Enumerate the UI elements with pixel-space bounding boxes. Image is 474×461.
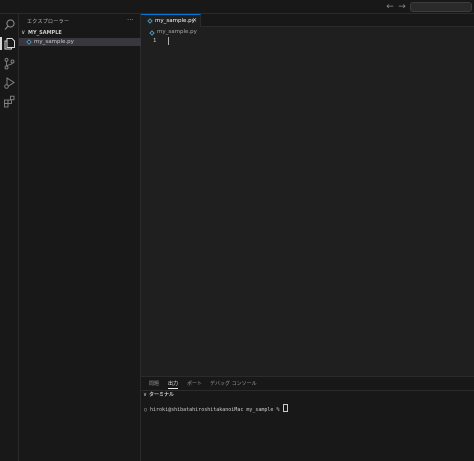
file-item[interactable]: my_sample.py — [19, 38, 141, 46]
python-file-icon — [147, 18, 153, 24]
terminal-prompt: ○ hiroki@shibatahiroshitakanoiMac my_sam… — [144, 407, 283, 413]
terminal-label: ターミナル — [149, 392, 175, 398]
terminal-header[interactable]: ∨ ターミナル — [141, 390, 474, 399]
more-actions-button[interactable]: ··· — [127, 16, 134, 24]
tab-problems[interactable]: 問題 — [149, 380, 159, 388]
sidebar-title: エクスプローラー — [27, 19, 70, 25]
source-control-icon[interactable] — [3, 57, 16, 70]
tab-label: my_sample.py — [155, 18, 195, 24]
editor-tab-bar: my_sample.py ✕ — [141, 14, 474, 27]
chevron-down-icon: ∨ — [143, 392, 148, 398]
text-cursor — [168, 37, 169, 45]
code-editor[interactable]: 1 — [141, 37, 474, 376]
title-bar: ← → — [0, 0, 474, 14]
command-center[interactable] — [410, 2, 472, 12]
tab-output[interactable]: 出力 — [168, 380, 178, 388]
extensions-icon[interactable] — [3, 95, 16, 108]
tab-my-sample-py[interactable]: my_sample.py ✕ — [141, 14, 201, 27]
run-debug-icon[interactable] — [3, 76, 16, 89]
activity-bar — [0, 14, 19, 461]
search-icon[interactable] — [3, 18, 16, 31]
arrow-left-icon[interactable]: ← — [385, 2, 395, 12]
active-tab-indicator — [168, 388, 178, 389]
chevron-down-icon: ∨ — [21, 29, 26, 36]
terminal-line[interactable]: ○ hiroki@shibatahiroshitakanoiMac my_sam… — [144, 404, 289, 414]
folder-row[interactable]: ∨ MY_SAMPLE — [19, 29, 141, 37]
tab-ports[interactable]: ポート — [187, 380, 202, 388]
python-file-icon — [26, 39, 32, 45]
line-number: 1 — [153, 38, 157, 44]
tab-debug-console[interactable]: デバッグ コンソール — [210, 380, 257, 388]
breadcrumb: my_sample.py — [141, 28, 474, 37]
explorer-sidebar: エクスプローラー ··· ∨ MY_SAMPLE my_sample.py — [19, 14, 141, 461]
arrow-right-icon[interactable]: → — [397, 2, 407, 12]
files-icon[interactable] — [0, 37, 16, 50]
folder-label: MY_SAMPLE — [28, 30, 62, 36]
bottom-panel: 問題 出力 ポート デバッグ コンソール ∨ ターミナル ○ hiroki@sh… — [141, 376, 474, 461]
terminal-cursor — [283, 404, 289, 412]
close-icon[interactable]: ✕ — [192, 17, 197, 25]
file-label: my_sample.py — [34, 39, 74, 45]
python-file-icon — [149, 29, 155, 36]
breadcrumb-item[interactable]: my_sample.py — [157, 28, 197, 37]
